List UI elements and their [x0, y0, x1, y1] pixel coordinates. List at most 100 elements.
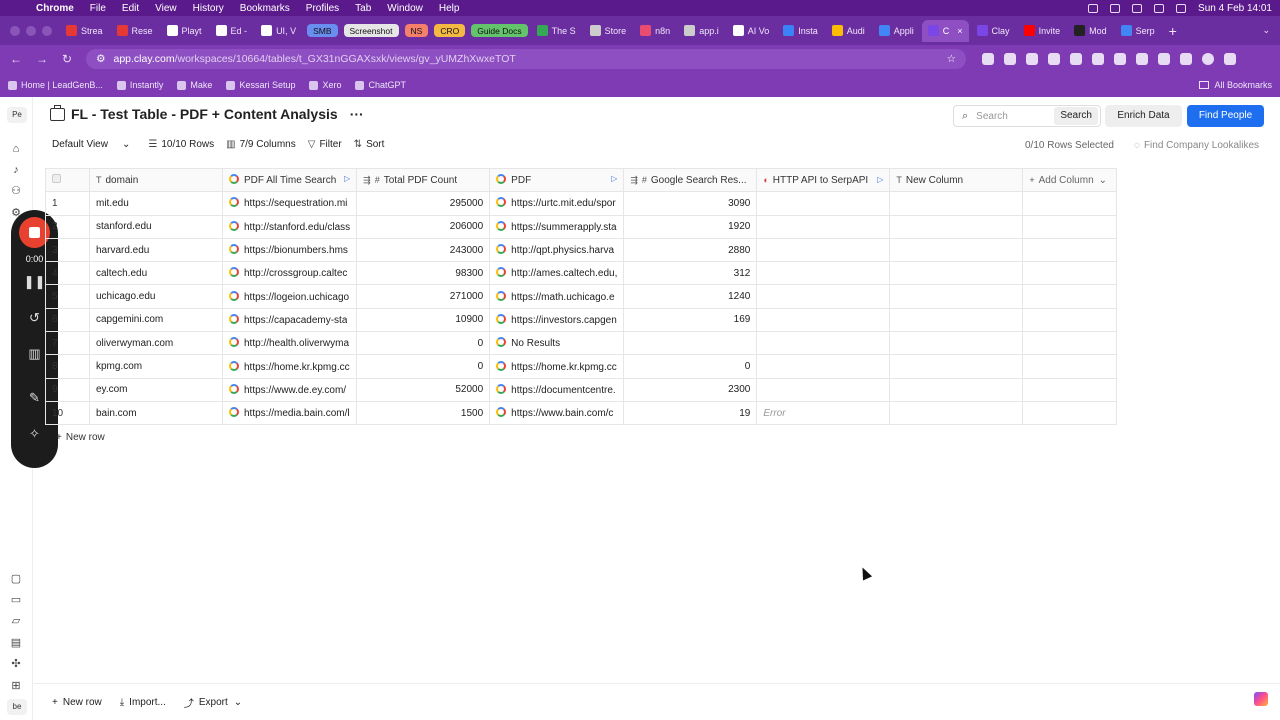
http-api-cell[interactable] [756, 191, 891, 216]
browser-tab[interactable]: Serp [1115, 20, 1161, 42]
total-pdf-count-cell[interactable]: 1500 [356, 400, 491, 426]
pdf-search-cell[interactable]: http://health.oliverwyma [221, 331, 358, 356]
pdf-search-cell[interactable]: https://logeion.uchicago [221, 284, 358, 309]
table-row[interactable]: 8 kpmg.com https://home.kr.kpmg.cc 0 https:/… [45, 354, 1118, 379]
new-column-cell[interactable] [889, 191, 1024, 216]
sidepanel-icon[interactable] [1180, 53, 1193, 65]
zoom-window-icon[interactable] [42, 26, 52, 36]
add-column-cell[interactable] [1022, 400, 1118, 426]
search-icon[interactable] [1176, 3, 1187, 13]
table-row[interactable]: 6 capgemini.com https://capacademy-sta 1090… [45, 307, 1118, 333]
table-row[interactable]: 3 harvard.edu https://bionumbers.hms 243000… [45, 237, 1118, 263]
browser-tab[interactable]: Audi [826, 20, 871, 42]
menu-tab[interactable]: Tab [355, 3, 371, 14]
browser-tab[interactable]: Playt [161, 20, 208, 42]
new-column-cell[interactable] [889, 377, 1024, 402]
export-button[interactable]: ⤴ Export ⌄ [184, 695, 242, 710]
row-number-cell[interactable]: 2 [45, 214, 90, 239]
clickup-icon[interactable] [1254, 692, 1268, 706]
total-pdf-count-cell[interactable]: 98300 [356, 261, 491, 286]
browser-tab[interactable]: Invite [1018, 20, 1067, 42]
new-column-cell[interactable] [889, 284, 1024, 309]
add-column-cell[interactable] [1022, 331, 1118, 356]
http-api-cell[interactable] [756, 284, 891, 309]
menu-window[interactable]: Window [387, 3, 423, 14]
add-column-cell[interactable] [1022, 191, 1118, 216]
trash-icon[interactable]: ▢ [10, 573, 22, 585]
all-bookmarks[interactable]: All Bookmarks [1199, 80, 1272, 90]
browser-tab[interactable]: The S [531, 20, 582, 42]
new-column-cell[interactable] [889, 237, 1024, 263]
table-row[interactable]: 2 stanford.edu http://stanford.edu/class 20… [45, 214, 1118, 239]
pdf-search-cell[interactable]: https://media.bain.com/l [221, 400, 358, 426]
column-header-total-pdf-count[interactable]: ⇶ # Total PDF Count [356, 167, 491, 193]
http-api-cell[interactable]: Error [756, 400, 891, 426]
http-api-cell[interactable] [756, 331, 891, 356]
row-number-cell[interactable]: 4 [45, 261, 90, 286]
row-number-cell[interactable]: 1 [45, 191, 90, 216]
http-api-cell[interactable] [756, 377, 891, 402]
row-number-cell[interactable]: 10 [45, 400, 90, 426]
extension-icon[interactable] [1026, 53, 1039, 65]
total-pdf-count-cell[interactable]: 52000 [356, 377, 491, 402]
pdf-cell[interactable]: http://qpt.physics.harva [489, 237, 625, 263]
calendar-icon[interactable]: ▤ [10, 637, 22, 649]
domain-cell[interactable]: stanford.edu [89, 214, 223, 239]
pdf-cell[interactable]: https://summerapply.sta [489, 214, 625, 239]
minimize-window-icon[interactable] [26, 26, 36, 36]
google-search-results-cell[interactable]: 169 [623, 307, 758, 333]
browser-tab[interactable]: Strea [60, 20, 109, 42]
view-selector[interactable]: Default View ⌄ [52, 139, 130, 150]
domain-cell[interactable]: capgemini.com [89, 307, 223, 333]
pdf-search-cell[interactable]: https://capacademy-sta [221, 307, 358, 333]
new-column-cell[interactable] [889, 261, 1024, 286]
table-row[interactable]: 5 uchicago.edu https://logeion.uchicago 271… [45, 284, 1118, 309]
sort-button[interactable]: ⇅ Sort [354, 139, 385, 150]
add-column-cell[interactable] [1022, 214, 1118, 239]
status-icon[interactable] [1132, 3, 1143, 13]
domain-cell[interactable]: uchicago.edu [89, 284, 223, 309]
browser-tab[interactable]: AI Vo [727, 20, 776, 42]
status-icon[interactable] [1110, 3, 1121, 13]
menu-app[interactable]: Chrome [36, 3, 74, 14]
search-button[interactable]: Search [1054, 107, 1098, 125]
tab-search-icon[interactable]: ⌄ [1262, 25, 1270, 36]
row-number-cell[interactable]: 5 [45, 284, 90, 309]
domain-cell[interactable]: ey.com [89, 377, 223, 402]
integrations-icon[interactable]: ✣ [10, 658, 22, 670]
google-search-results-cell[interactable]: 3090 [623, 191, 758, 216]
find-people-button[interactable]: Find People [1187, 105, 1264, 127]
pdf-search-cell[interactable]: https://www.de.ey.com/ [221, 377, 358, 402]
close-window-icon[interactable] [10, 26, 20, 36]
extension-icon[interactable] [1004, 53, 1017, 65]
effects-icon[interactable]: ✧ [11, 426, 58, 442]
total-pdf-count-cell[interactable]: 0 [356, 354, 491, 379]
domain-cell[interactable]: caltech.edu [89, 261, 223, 286]
pdf-search-cell[interactable]: https://home.kr.kpmg.cc [221, 354, 358, 379]
bookmark-item[interactable]: ChatGPT [355, 80, 406, 90]
add-column-button[interactable]: + Add Column ⌄ [1022, 167, 1118, 193]
domain-cell[interactable]: bain.com [89, 400, 223, 426]
google-search-results-cell[interactable]: 1240 [623, 284, 758, 309]
browser-menu-icon[interactable] [1224, 53, 1237, 65]
table-row[interactable]: 9 ey.com https://www.de.ey.com/52000 https:… [45, 377, 1118, 402]
pdf-search-cell[interactable]: https://sequestration.mi [221, 191, 358, 216]
search-input[interactable]: Search [976, 111, 1008, 122]
pdf-cell[interactable]: https://home.kr.kpmg.cc [489, 354, 625, 379]
pdf-cell[interactable]: No Results [489, 331, 625, 356]
browser-tab[interactable]: Guide Docs [471, 24, 528, 37]
http-api-cell[interactable] [756, 214, 891, 239]
total-pdf-count-cell[interactable]: 243000 [356, 237, 491, 263]
more-options-button[interactable]: ··· [350, 106, 364, 122]
wifi-icon[interactable] [1154, 3, 1165, 13]
table-row[interactable]: 4 caltech.edu http://crossgroup.caltec 9830… [45, 261, 1118, 286]
chat-icon[interactable]: ▱ [10, 615, 22, 627]
import-button[interactable]: ⤓ Import... [120, 697, 166, 708]
total-pdf-count-cell[interactable]: 295000 [356, 191, 491, 216]
browser-tab[interactable]: Ed - [210, 20, 254, 42]
http-api-cell[interactable] [756, 307, 891, 333]
table-row[interactable]: 10 bain.com https://media.bain.com/l 1500 ht… [45, 400, 1118, 426]
new-column-cell[interactable] [889, 331, 1024, 356]
google-search-results-cell[interactable]: 19 [623, 400, 758, 426]
extension-icon[interactable] [1070, 53, 1083, 65]
